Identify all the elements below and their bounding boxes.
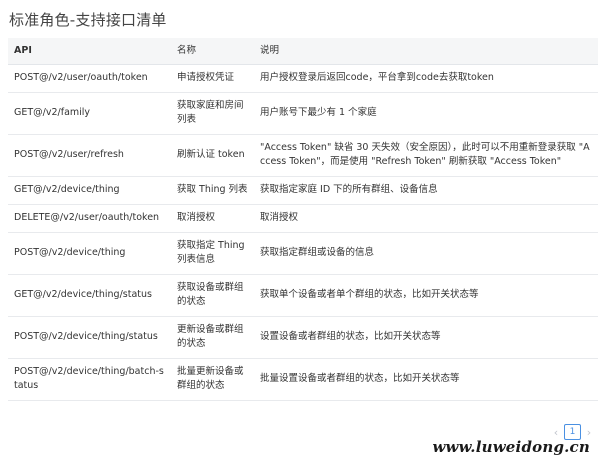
chevron-left-icon[interactable]: ‹ — [552, 426, 560, 439]
name-cell: 获取指定 Thing 列表信息 — [171, 232, 254, 275]
watermark: www.luweidong.cn — [432, 438, 590, 455]
name-cell: 取消授权 — [171, 204, 254, 233]
name-cell: 更新设备或群组的状态 — [171, 316, 254, 359]
table-row: POST@/v2/device/thing/status 更新设备或群组的状态 … — [8, 316, 598, 359]
desc-cell: 用户授权登录后返回code，平台拿到code去获取token — [254, 64, 598, 93]
column-header-api: API — [8, 38, 171, 65]
table-row: POST@/v2/device/thing 获取指定 Thing 列表信息 获取… — [8, 232, 598, 275]
table-row: DELETE@/v2/user/oauth/token 取消授权 取消授权 — [8, 204, 598, 233]
desc-cell: 设置设备或者群组的状态，比如开关状态等 — [254, 316, 598, 359]
table-row: GET@/v2/family 获取家庭和房间列表 用户账号下最少有 1 个家庭 — [8, 92, 598, 135]
api-cell: POST@/v2/user/refresh — [8, 134, 171, 177]
page-title: 标准角色-支持接口清单 — [9, 11, 167, 29]
desc-cell: 获取单个设备或者单个群组的状态，比如开关状态等 — [254, 274, 598, 317]
desc-cell: "Access Token" 缺省 30 天失效（安全原因），此时可以不用重新登… — [254, 134, 598, 177]
name-cell: 获取家庭和房间列表 — [171, 92, 254, 135]
column-header-desc: 说明 — [254, 38, 598, 65]
table-row: POST@/v2/user/oauth/token 申请授权凭证 用户授权登录后… — [8, 64, 598, 93]
api-table: API 名称 说明 POST@/v2/user/oauth/token 申请授权… — [8, 38, 598, 401]
column-header-name: 名称 — [171, 38, 254, 65]
table-header-row: API 名称 说明 — [8, 38, 598, 65]
name-cell: 获取设备或群组的状态 — [171, 274, 254, 317]
name-cell: 批量更新设备或群组的状态 — [171, 358, 254, 401]
desc-cell: 用户账号下最少有 1 个家庭 — [254, 92, 598, 135]
chevron-right-icon[interactable]: › — [585, 426, 593, 439]
table-row: GET@/v2/device/thing 获取 Thing 列表 获取指定家庭 … — [8, 176, 598, 205]
api-cell: GET@/v2/device/thing — [8, 176, 171, 205]
name-cell: 申请授权凭证 — [171, 64, 254, 93]
api-cell: GET@/v2/family — [8, 92, 171, 135]
table-row: POST@/v2/user/refresh 刷新认证 token "Access… — [8, 134, 598, 177]
desc-cell: 批量设置设备或者群组的状态，比如开关状态等 — [254, 358, 598, 401]
api-cell: POST@/v2/device/thing/status — [8, 316, 171, 359]
table-row: POST@/v2/device/thing/batch-status 批量更新设… — [8, 358, 598, 401]
api-cell: DELETE@/v2/user/oauth/token — [8, 204, 171, 233]
api-cell: GET@/v2/device/thing/status — [8, 274, 171, 317]
api-cell: POST@/v2/device/thing/batch-status — [8, 358, 171, 401]
desc-cell: 取消授权 — [254, 204, 598, 233]
desc-cell: 获取指定群组或设备的信息 — [254, 232, 598, 275]
table-row: GET@/v2/device/thing/status 获取设备或群组的状态 获… — [8, 274, 598, 317]
name-cell: 刷新认证 token — [171, 134, 254, 177]
desc-cell: 获取指定家庭 ID 下的所有群组、设备信息 — [254, 176, 598, 205]
api-cell: POST@/v2/user/oauth/token — [8, 64, 171, 93]
api-cell: POST@/v2/device/thing — [8, 232, 171, 275]
name-cell: 获取 Thing 列表 — [171, 176, 254, 205]
